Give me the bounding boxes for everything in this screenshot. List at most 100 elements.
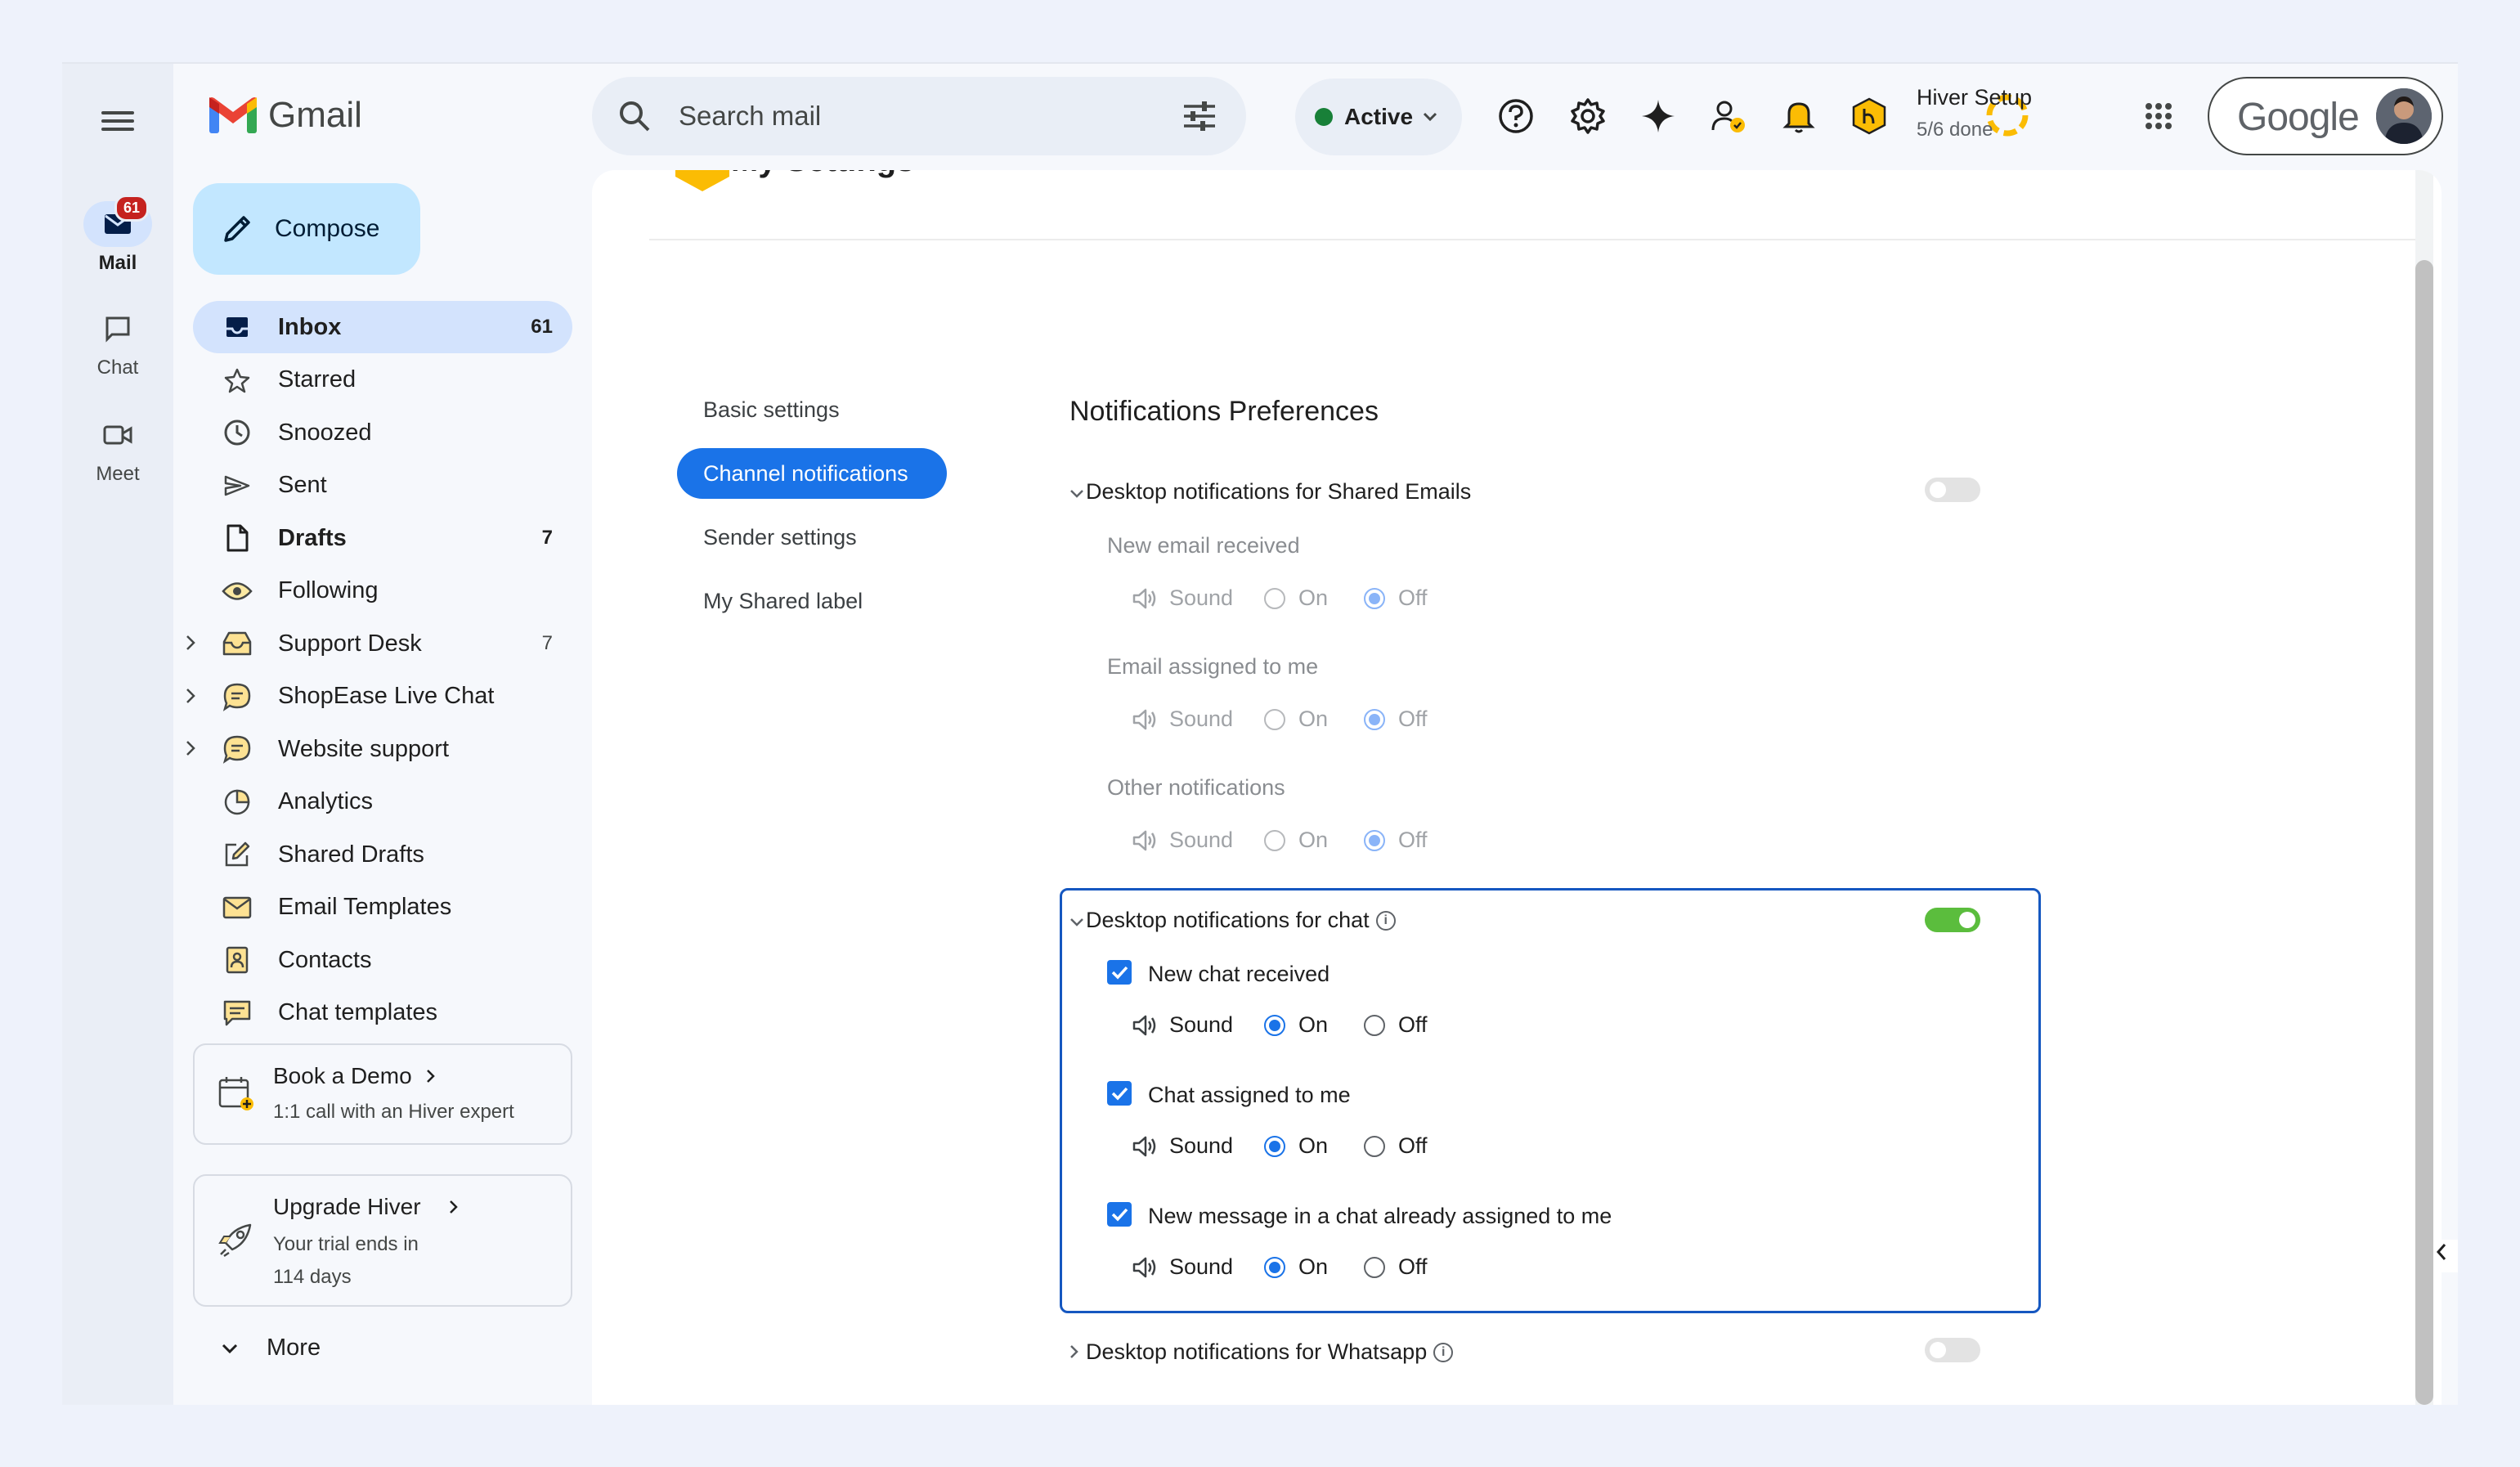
- sidebar-item-drafts[interactable]: Drafts 7: [193, 512, 572, 564]
- search-bar[interactable]: [592, 77, 1246, 155]
- book-demo-card[interactable]: Book a Demo 1:1 call with an Hiver exper…: [193, 1043, 572, 1145]
- radio-on[interactable]: [1264, 1014, 1285, 1036]
- chat-assigned-sound-row: Sound On Off: [1132, 1133, 1444, 1159]
- template-mail-icon: [221, 891, 253, 924]
- chat-section-header[interactable]: Desktop notifications for chat i: [1070, 908, 1396, 933]
- info-icon[interactable]: i: [1375, 910, 1396, 931]
- chat-section-title: Desktop notifications for chat: [1086, 908, 1370, 932]
- radio-on[interactable]: [1264, 1256, 1285, 1278]
- search-options-icon[interactable]: [1182, 100, 1217, 132]
- chat-assigned-checkbox[interactable]: [1107, 1081, 1132, 1106]
- upgrade-hiver-card[interactable]: Upgrade Hiver Your trial ends in 114 day…: [193, 1174, 572, 1307]
- radio-off[interactable]: [1364, 1256, 1385, 1278]
- gmail-logo[interactable]: Gmail: [208, 95, 362, 136]
- sidebar-more[interactable]: More: [221, 1335, 321, 1362]
- rail-chat[interactable]: Chat: [62, 306, 173, 379]
- sidebar-item-contacts[interactable]: Contacts: [193, 934, 572, 986]
- whatsapp-section-header[interactable]: Desktop notifications for Whatsapp i: [1070, 1339, 1454, 1365]
- chevron-right-icon[interactable]: [185, 634, 196, 652]
- radio-off[interactable]: [1364, 1014, 1385, 1036]
- help-icon[interactable]: [1496, 96, 1536, 136]
- sidebar-item-website-support[interactable]: Website support: [186, 723, 572, 775]
- rail-mail[interactable]: 61 Mail: [62, 195, 173, 275]
- apps-grid-icon[interactable]: [2139, 96, 2178, 136]
- radio-off-label: Off: [1398, 1133, 1428, 1158]
- sidebar-item-label: Sent: [278, 472, 327, 498]
- chevron-left-icon: [2436, 1244, 2446, 1260]
- info-icon[interactable]: i: [1433, 1342, 1454, 1362]
- sidebar-item-snoozed[interactable]: Snoozed: [193, 406, 572, 459]
- sidebar-item-support-desk[interactable]: Support Desk 7: [186, 617, 572, 670]
- gemini-sparkle-icon[interactable]: [1639, 96, 1678, 136]
- shared-emails-section-header[interactable]: Desktop notifications for Shared Emails: [1070, 479, 1471, 505]
- chevron-down-icon[interactable]: [1069, 489, 1084, 499]
- sidebar-item-label: Drafts: [278, 524, 347, 551]
- speaker-icon: [1132, 709, 1156, 729]
- draft-document-icon: [221, 522, 253, 554]
- page-title: My Settings: [731, 170, 914, 179]
- checkmark-icon: [1111, 966, 1128, 980]
- app-rail: 61 Mail Chat Meet: [62, 64, 173, 1405]
- main-menu-icon[interactable]: [98, 106, 137, 139]
- whatsapp-section-title: Desktop notifications for Whatsapp: [1086, 1339, 1428, 1364]
- gmail-m-icon: [209, 97, 257, 133]
- sidebar-item-starred[interactable]: Starred: [193, 354, 572, 406]
- chat-notifications-toggle[interactable]: [1925, 908, 1980, 932]
- chevron-right-icon[interactable]: [185, 739, 196, 757]
- whatsapp-toggle[interactable]: [1925, 1338, 1980, 1362]
- settings-gear-icon[interactable]: [1568, 96, 1608, 136]
- settings-nav-channel-notifications[interactable]: Channel notifications: [677, 448, 947, 499]
- rail-meet-label: Meet: [96, 463, 140, 485]
- radio-on[interactable]: [1264, 1135, 1285, 1157]
- new-message-checkbox[interactable]: [1107, 1202, 1132, 1227]
- chevron-right-icon[interactable]: [1069, 1344, 1079, 1359]
- settings-nav-shared-label[interactable]: My Shared label: [677, 576, 947, 626]
- settings-nav-sender[interactable]: Sender settings: [677, 512, 947, 563]
- sidebar-item-analytics[interactable]: Analytics: [193, 776, 572, 828]
- sidebar-item-label: ShopEase Live Chat: [278, 683, 495, 709]
- shared-emails-toggle[interactable]: [1925, 478, 1980, 502]
- radio-off[interactable]: [1364, 1135, 1385, 1157]
- scrollbar-thumb[interactable]: [2415, 260, 2433, 1405]
- radio-on[interactable]: [1264, 587, 1285, 609]
- clock-icon: [221, 416, 253, 449]
- search-icon[interactable]: [617, 98, 652, 134]
- rail-chat-label: Chat: [96, 357, 139, 379]
- google-account-button[interactable]: Google: [2208, 77, 2443, 155]
- radio-on-label: On: [1298, 707, 1329, 731]
- sidebar-item-label: Inbox: [278, 313, 342, 340]
- sidebar-item-sent[interactable]: Sent: [193, 460, 572, 512]
- compose-label: Compose: [275, 215, 380, 242]
- chevron-down-icon[interactable]: [1069, 917, 1084, 927]
- sidebar-item-shopease-live-chat[interactable]: ShopEase Live Chat: [186, 671, 572, 723]
- user-status-icon[interactable]: [1709, 96, 1748, 136]
- radio-on[interactable]: [1264, 708, 1285, 730]
- hiver-setup-widget[interactable]: Hiver Setup 5/6 done: [1917, 85, 2032, 141]
- compose-button[interactable]: Compose: [193, 183, 420, 275]
- checkmark-icon: [1111, 1087, 1128, 1101]
- search-input[interactable]: [679, 100, 1137, 132]
- status-selector[interactable]: Active: [1295, 79, 1462, 155]
- side-panel-toggle[interactable]: [2433, 1240, 2458, 1272]
- radio-on[interactable]: [1264, 829, 1285, 851]
- trial-days-left: 114 days: [273, 1266, 352, 1288]
- settings-nav-basic[interactable]: Basic settings: [677, 384, 947, 435]
- chat-assigned-label: Chat assigned to me: [1148, 1083, 1351, 1107]
- sidebar-item-shared-drafts[interactable]: Shared Drafts: [193, 828, 572, 881]
- speaker-icon: [1132, 588, 1156, 608]
- hiver-shield-icon[interactable]: [1850, 96, 1889, 136]
- radio-off[interactable]: [1364, 708, 1385, 730]
- rail-meet[interactable]: Meet: [62, 412, 173, 486]
- chevron-right-icon[interactable]: [185, 687, 196, 705]
- radio-on-label: On: [1298, 828, 1329, 852]
- sidebar-item-chat-templates[interactable]: Chat templates: [193, 987, 572, 1039]
- status-label: Active: [1344, 104, 1414, 129]
- radio-off[interactable]: [1364, 587, 1385, 609]
- radio-off[interactable]: [1364, 829, 1385, 851]
- sidebar-item-email-templates[interactable]: Email Templates: [193, 882, 572, 934]
- notification-bell-icon[interactable]: [1779, 96, 1818, 136]
- new-chat-checkbox[interactable]: [1107, 960, 1132, 985]
- new-chat-sound-row: Sound On Off: [1132, 1012, 1444, 1038]
- sidebar-item-inbox[interactable]: Inbox 61: [193, 301, 572, 353]
- sidebar-item-following[interactable]: Following: [193, 565, 572, 617]
